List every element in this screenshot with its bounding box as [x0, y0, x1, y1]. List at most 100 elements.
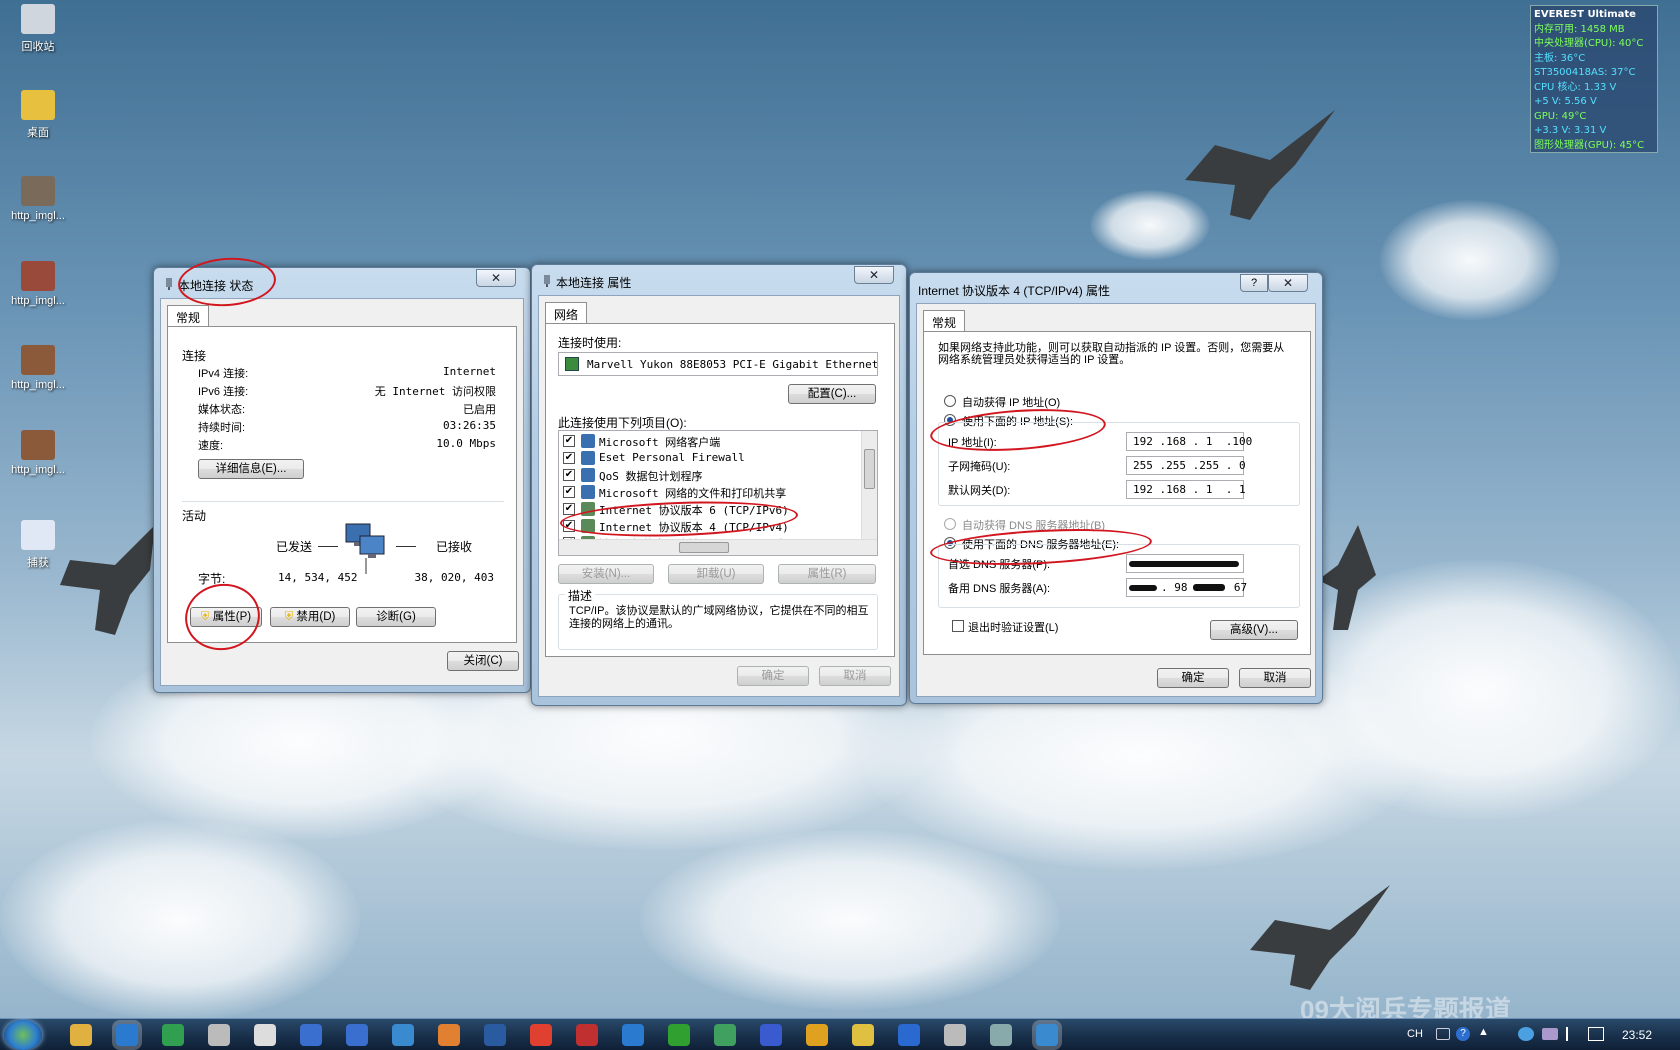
- taskbar-app-icon[interactable]: [990, 1024, 1012, 1046]
- desktop-icon[interactable]: http_imgl...: [8, 345, 68, 391]
- ipv4-dialog[interactable]: Internet 协议版本 4 (TCP/IPv4) 属性 ? ✕ 常规 如果网…: [909, 272, 1323, 704]
- taskbar-app-icon[interactable]: [208, 1024, 230, 1046]
- bytes-sent-value: 14, 534, 452: [278, 571, 358, 584]
- desktop-icon[interactable]: http_imgl...: [8, 430, 68, 476]
- taskbar-app-icon[interactable]: [346, 1024, 368, 1046]
- ip-address-field[interactable]: 192 .168 . 1 .100: [1126, 432, 1252, 451]
- taskbar-app-icon[interactable]: [714, 1024, 736, 1046]
- network-component-icon: [581, 485, 595, 499]
- help-icon[interactable]: ?: [1456, 1027, 1470, 1041]
- advanced-button[interactable]: 高级(V)...: [1210, 620, 1298, 640]
- ok-button[interactable]: 确定: [737, 666, 809, 686]
- item-checkbox[interactable]: ✔: [563, 503, 575, 515]
- item-checkbox[interactable]: ✔: [563, 469, 575, 481]
- taskbar-app-icon[interactable]: [484, 1024, 506, 1046]
- item-checkbox[interactable]: ✔: [563, 435, 575, 447]
- tab-network[interactable]: 网络: [545, 302, 588, 324]
- auto-ip-radio[interactable]: [944, 395, 956, 407]
- redaction-scribble: [1129, 561, 1239, 567]
- taskbar-app-icon[interactable]: [852, 1024, 874, 1046]
- desktop-icon-label: http_imgl...: [11, 464, 65, 476]
- tab-general[interactable]: 常规: [167, 305, 210, 327]
- close-button[interactable]: 关闭(C): [447, 651, 519, 671]
- clock[interactable]: 23:52: [1622, 1028, 1652, 1042]
- language-indicator[interactable]: CH: [1407, 1028, 1423, 1040]
- item-checkbox[interactable]: ✔: [563, 452, 575, 464]
- desktop-icon[interactable]: 桌面: [8, 90, 68, 140]
- close-icon[interactable]: ✕: [1268, 274, 1308, 292]
- flag-icon[interactable]: [1566, 1027, 1578, 1041]
- everest-line: GPU: 49°C: [1534, 110, 1587, 122]
- taskbar-app-icon[interactable]: [300, 1024, 322, 1046]
- tab-general[interactable]: 常规: [923, 310, 966, 332]
- adapter-box: Marvell Yukon 88E8053 PCI-E Gigabit Ethe…: [558, 352, 878, 376]
- cloud: [1380, 200, 1560, 320]
- alternate-dns-field[interactable]: . 98 . 67: [1126, 578, 1247, 597]
- description-heading: 描述: [565, 587, 596, 604]
- cancel-button[interactable]: 取消: [819, 666, 891, 686]
- properties-dialog[interactable]: 本地连接 属性 ✕ 网络 连接时使用: Marvell Yukon 88E805…: [531, 264, 907, 706]
- tray-icon[interactable]: [1542, 1028, 1558, 1040]
- desktop-icon[interactable]: 捕获: [8, 520, 68, 570]
- taskbar-app-icon[interactable]: [116, 1024, 138, 1046]
- start-button[interactable]: [4, 1020, 42, 1050]
- uninstall-button[interactable]: 卸载(U): [668, 564, 764, 584]
- close-icon[interactable]: ✕: [476, 269, 516, 287]
- diagnose-button[interactable]: 诊断(G): [356, 607, 436, 627]
- desktop-icon[interactable]: http_imgl...: [8, 261, 68, 307]
- configure-button[interactable]: 配置(C)...: [788, 384, 876, 404]
- network-icon: [544, 275, 550, 287]
- desktop-icon[interactable]: 回收站: [8, 4, 68, 54]
- cancel-button[interactable]: 取消: [1239, 668, 1311, 688]
- item-checkbox[interactable]: ✔: [563, 486, 575, 498]
- close-icon[interactable]: ✕: [854, 266, 894, 284]
- validate-checkbox[interactable]: [952, 620, 964, 632]
- keyboard-icon[interactable]: [1436, 1028, 1450, 1040]
- taskbar-app-icon[interactable]: [622, 1024, 644, 1046]
- help-icon[interactable]: ?: [1240, 274, 1268, 292]
- taskbar-app-icon[interactable]: [898, 1024, 920, 1046]
- taskbar-app-icon[interactable]: [806, 1024, 828, 1046]
- desktop-icon-label: 回收站: [21, 41, 55, 53]
- tab-page: 连接时使用: Marvell Yukon 88E8053 PCI-E Gigab…: [545, 323, 895, 657]
- everest-gadget[interactable]: EVEREST Ultimate 内存可用: 1458 MB 中央处理器(CPU…: [1530, 5, 1658, 153]
- taskbar-app-icon[interactable]: [392, 1024, 414, 1046]
- scrollbar-thumb[interactable]: [864, 449, 875, 489]
- auto-dns-radio[interactable]: [944, 518, 956, 530]
- taskbar-app-icon[interactable]: [162, 1024, 184, 1046]
- taskbar-app-icon[interactable]: [760, 1024, 782, 1046]
- divider: [182, 501, 504, 502]
- desktop-icon[interactable]: http_imgl...: [8, 176, 68, 222]
- install-button[interactable]: 安装(N)...: [558, 564, 654, 584]
- taskbar-app-icon[interactable]: [1036, 1024, 1058, 1046]
- vertical-scrollbar[interactable]: [861, 431, 877, 539]
- redaction-scribble: [1129, 585, 1157, 591]
- details-button[interactable]: 详细信息(E)...: [198, 459, 304, 479]
- taskbar-app-icon[interactable]: [944, 1024, 966, 1046]
- tab-page: 如果网络支持此功能，则可以获取自动指派的 IP 设置。否则，您需要从网络系统管理…: [923, 331, 1311, 655]
- ok-button[interactable]: 确定: [1157, 668, 1229, 688]
- speaker-icon[interactable]: [1588, 1027, 1604, 1041]
- taskbar-app-icon[interactable]: [576, 1024, 598, 1046]
- mask-label: 子网掩码(U):: [948, 461, 1011, 473]
- disable-button[interactable]: ⛨ 禁用(D): [270, 607, 350, 627]
- preferred-dns-field[interactable]: [1126, 554, 1244, 573]
- horizontal-scrollbar[interactable]: [559, 539, 877, 555]
- taskbar-app-icon[interactable]: [254, 1024, 276, 1046]
- item-properties-button[interactable]: 属性(R): [778, 564, 876, 584]
- gateway-field[interactable]: 192 .168 . 1 . 1: [1126, 480, 1246, 499]
- network-tray-icon[interactable]: [1518, 1027, 1534, 1041]
- subnet-mask-field[interactable]: 255 .255 .255 . 0: [1126, 456, 1246, 475]
- taskbar-app-icon[interactable]: [438, 1024, 460, 1046]
- item-label: Microsoft 网络客户端: [599, 436, 721, 449]
- connect-using-label: 连接时使用:: [558, 336, 622, 350]
- component-list[interactable]: ✔ Microsoft 网络客户端 ✔ Eset Personal Firewall ✔…: [558, 430, 878, 556]
- taskbar-app-icon[interactable]: [530, 1024, 552, 1046]
- image-file-icon: [21, 430, 55, 460]
- item-label: QoS 数据包计划程序: [599, 470, 703, 483]
- chevron-up-icon[interactable]: ▲: [1478, 1026, 1489, 1038]
- taskbar-app-icon[interactable]: [668, 1024, 690, 1046]
- image-file-icon: [21, 345, 55, 375]
- taskbar-app-icon[interactable]: [70, 1024, 92, 1046]
- scrollbar-thumb[interactable]: [679, 542, 729, 553]
